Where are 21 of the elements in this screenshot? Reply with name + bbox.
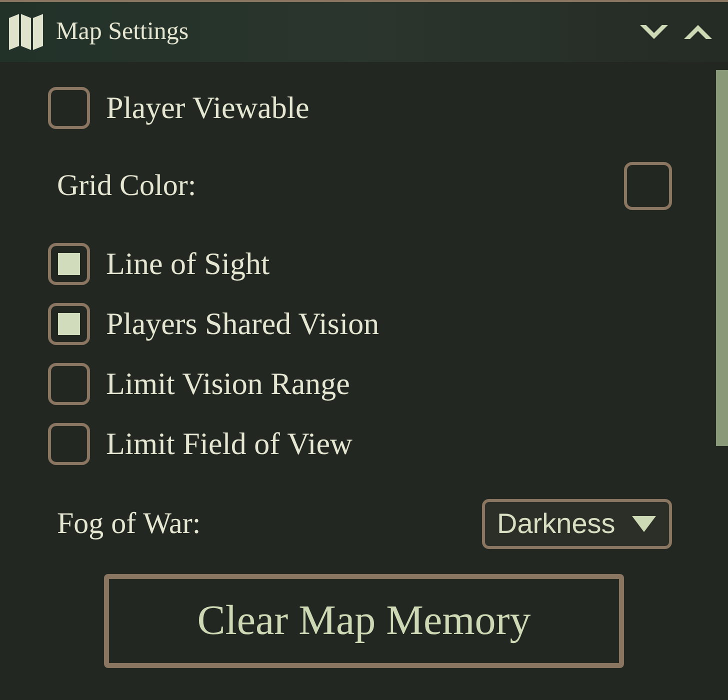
chevron-up-icon[interactable] <box>682 22 714 42</box>
checkbox-label: Players Shared Vision <box>106 306 380 342</box>
checkbox[interactable] <box>48 423 90 465</box>
map-icon <box>8 12 44 52</box>
checkbox-label: Limit Field of View <box>106 426 352 462</box>
panel-title: Map Settings <box>56 18 190 46</box>
checkbox[interactable] <box>48 87 90 129</box>
scrollbar[interactable] <box>716 70 728 446</box>
clear-map-memory-button[interactable]: Clear Map Memory <box>104 574 624 668</box>
field-label: Fog of War: <box>57 507 201 541</box>
checkbox-label: Line of Sight <box>106 246 270 282</box>
checkbox[interactable] <box>48 303 90 345</box>
checkbox[interactable] <box>48 363 90 405</box>
field-label: Grid Color: <box>57 169 196 203</box>
chevron-down-icon[interactable] <box>638 22 670 42</box>
dropdown[interactable]: Darkness <box>482 499 672 549</box>
checkbox-label: Player Viewable <box>106 90 310 126</box>
checkbox[interactable] <box>48 243 90 285</box>
color-swatch[interactable] <box>624 162 672 210</box>
dropdown-arrow-icon <box>631 515 657 533</box>
checkbox-label: Limit Vision Range <box>106 366 350 402</box>
